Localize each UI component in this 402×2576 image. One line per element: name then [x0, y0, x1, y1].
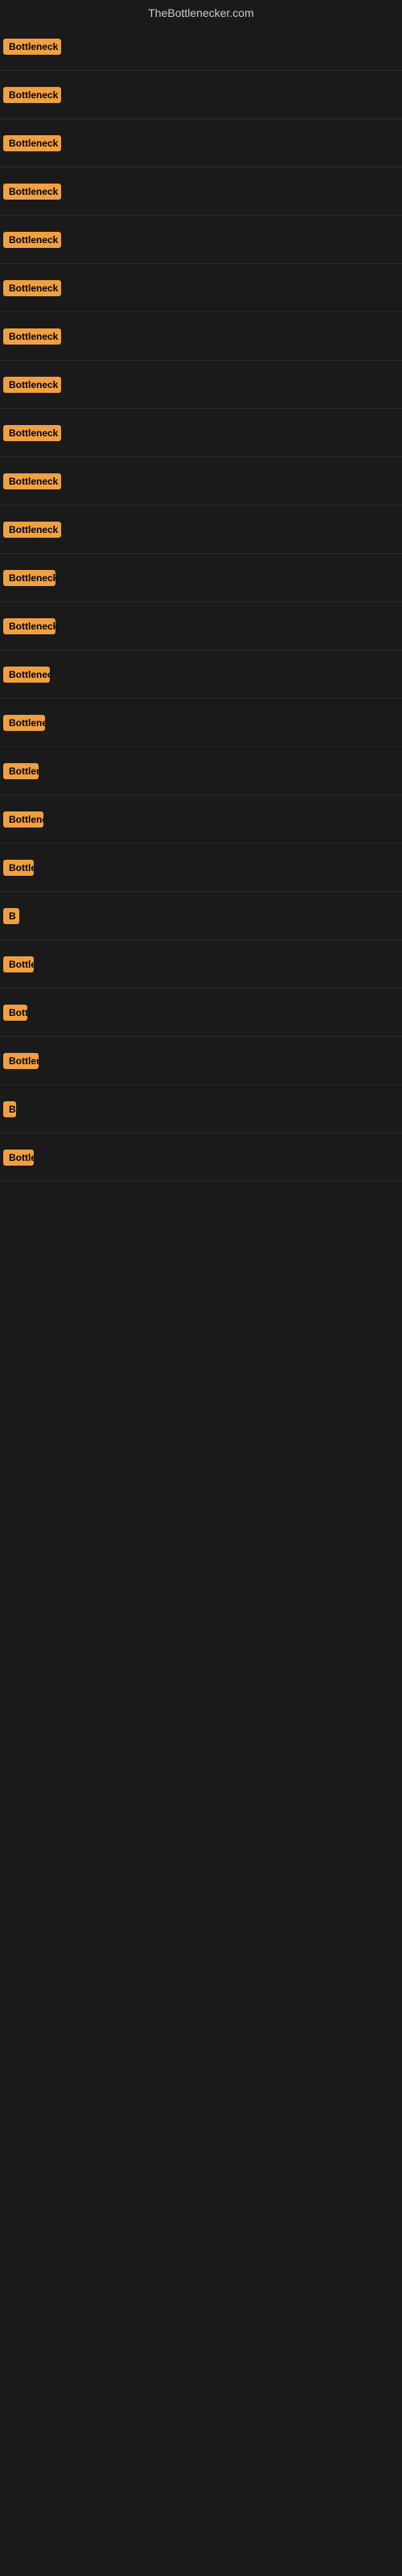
results-container: Bottleneck result Bottleneck result Bottle… [0, 23, 402, 1826]
result-row-24: Bottle [0, 1133, 402, 1182]
result-row-18: Bottle [0, 844, 402, 892]
result-row-9: Bottleneck result [0, 409, 402, 457]
bottleneck-badge-11[interactable]: Bottleneck result [3, 522, 61, 538]
result-row-8: Bottleneck result [0, 361, 402, 409]
result-row-14: Bottleneck resu [0, 650, 402, 699]
result-row-19: B [0, 892, 402, 940]
result-row-16: Bottlen [0, 747, 402, 795]
bottleneck-badge-5[interactable]: Bottleneck result [3, 232, 61, 248]
result-row-17: Bottleneck [0, 795, 402, 844]
result-row-1: Bottleneck result [0, 23, 402, 71]
result-row-5: Bottleneck result [0, 216, 402, 264]
result-row-3: Bottleneck result [0, 119, 402, 167]
bottleneck-badge-22[interactable]: Bottlens [3, 1053, 39, 1069]
result-row-22: Bottlens [0, 1037, 402, 1085]
result-row-7: Bottleneck result [0, 312, 402, 361]
result-row-21: Bott [0, 989, 402, 1037]
result-row-6: Bottleneck result [0, 264, 402, 312]
bottleneck-badge-14[interactable]: Bottleneck resu [3, 667, 50, 683]
bottleneck-badge-9[interactable]: Bottleneck result [3, 425, 61, 441]
bottleneck-badge-1[interactable]: Bottleneck result [3, 39, 61, 55]
bottleneck-badge-15[interactable]: Bottleneck r [3, 715, 45, 731]
result-row-10: Bottleneck result [0, 457, 402, 506]
result-row-15: Bottleneck r [0, 699, 402, 747]
result-row-4: Bottleneck result [0, 167, 402, 216]
result-row-23: B [0, 1085, 402, 1133]
bottleneck-badge-8[interactable]: Bottleneck result [3, 377, 61, 393]
bottleneck-badge-6[interactable]: Bottleneck result [3, 280, 61, 296]
result-row-12: Bottleneck resu [0, 554, 402, 602]
bottleneck-badge-23[interactable]: B [3, 1101, 16, 1117]
result-row-13: Bottleneck resu [0, 602, 402, 650]
result-row-11: Bottleneck result [0, 506, 402, 554]
bottleneck-badge-19[interactable]: B [3, 908, 19, 924]
bottleneck-badge-18[interactable]: Bottle [3, 860, 34, 876]
bottleneck-badge-2[interactable]: Bottleneck result [3, 87, 61, 103]
bottleneck-badge-4[interactable]: Bottleneck result [3, 184, 61, 200]
bottleneck-badge-17[interactable]: Bottleneck [3, 811, 43, 828]
page-wrapper: TheBottlenecker.com Bottleneck resultBot… [0, 0, 402, 2576]
bottleneck-badge-7[interactable]: Bottleneck result [3, 328, 61, 345]
result-row-2: Bottleneck result [0, 71, 402, 119]
bottleneck-badge-21[interactable]: Bott [3, 1005, 27, 1021]
bottleneck-badge-24[interactable]: Bottle [3, 1150, 34, 1166]
bottleneck-badge-20[interactable]: Bottle [3, 956, 34, 972]
bottleneck-badge-10[interactable]: Bottleneck result [3, 473, 61, 489]
bottleneck-badge-16[interactable]: Bottlen [3, 763, 39, 779]
site-title: TheBottlenecker.com [0, 0, 402, 23]
bottleneck-badge-13[interactable]: Bottleneck resu [3, 618, 55, 634]
result-row-20: Bottle [0, 940, 402, 989]
bottleneck-badge-3[interactable]: Bottleneck result [3, 135, 61, 151]
bottleneck-badge-12[interactable]: Bottleneck resu [3, 570, 55, 586]
